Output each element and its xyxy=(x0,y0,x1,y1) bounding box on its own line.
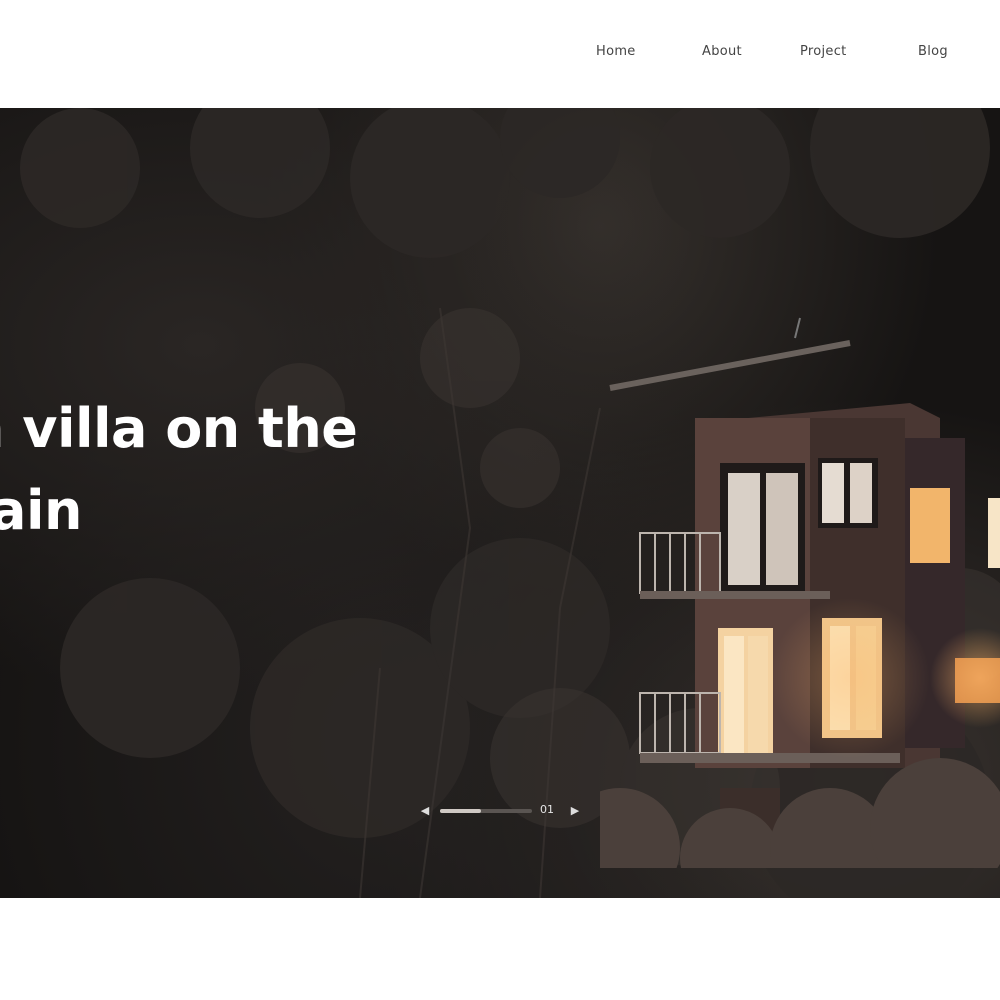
chevron-right-icon[interactable]: ▶ xyxy=(568,804,582,818)
site-header: Home About Project Blog xyxy=(0,0,1000,108)
page-bottom-spacer xyxy=(0,898,1000,1000)
hero-banner: n villa on the ain ◀ 01 ▶ xyxy=(0,108,1000,898)
nav-about-link[interactable]: About xyxy=(702,44,742,59)
main-nav: Home About Project Blog xyxy=(560,44,1000,66)
nav-blog-link[interactable]: Blog xyxy=(918,44,948,59)
hero-heading-line-1: n villa on the xyxy=(0,397,358,460)
hero-slider-controls: ◀ 01 ▶ xyxy=(418,803,598,824)
slide-counter: 01 xyxy=(540,803,554,816)
nav-home-link[interactable]: Home xyxy=(596,44,636,59)
villa-illustration xyxy=(600,317,1000,868)
chevron-left-icon[interactable]: ◀ xyxy=(418,804,432,818)
slider-progress-fill xyxy=(440,809,482,813)
nav-project-link[interactable]: Project xyxy=(800,44,847,59)
slider-progress-track xyxy=(440,809,532,813)
page: Home About Project Blog n villa on the a… xyxy=(0,0,1000,1000)
hero-heading-line-2: ain xyxy=(0,479,82,542)
hero-heading: n villa on the ain xyxy=(0,388,440,552)
